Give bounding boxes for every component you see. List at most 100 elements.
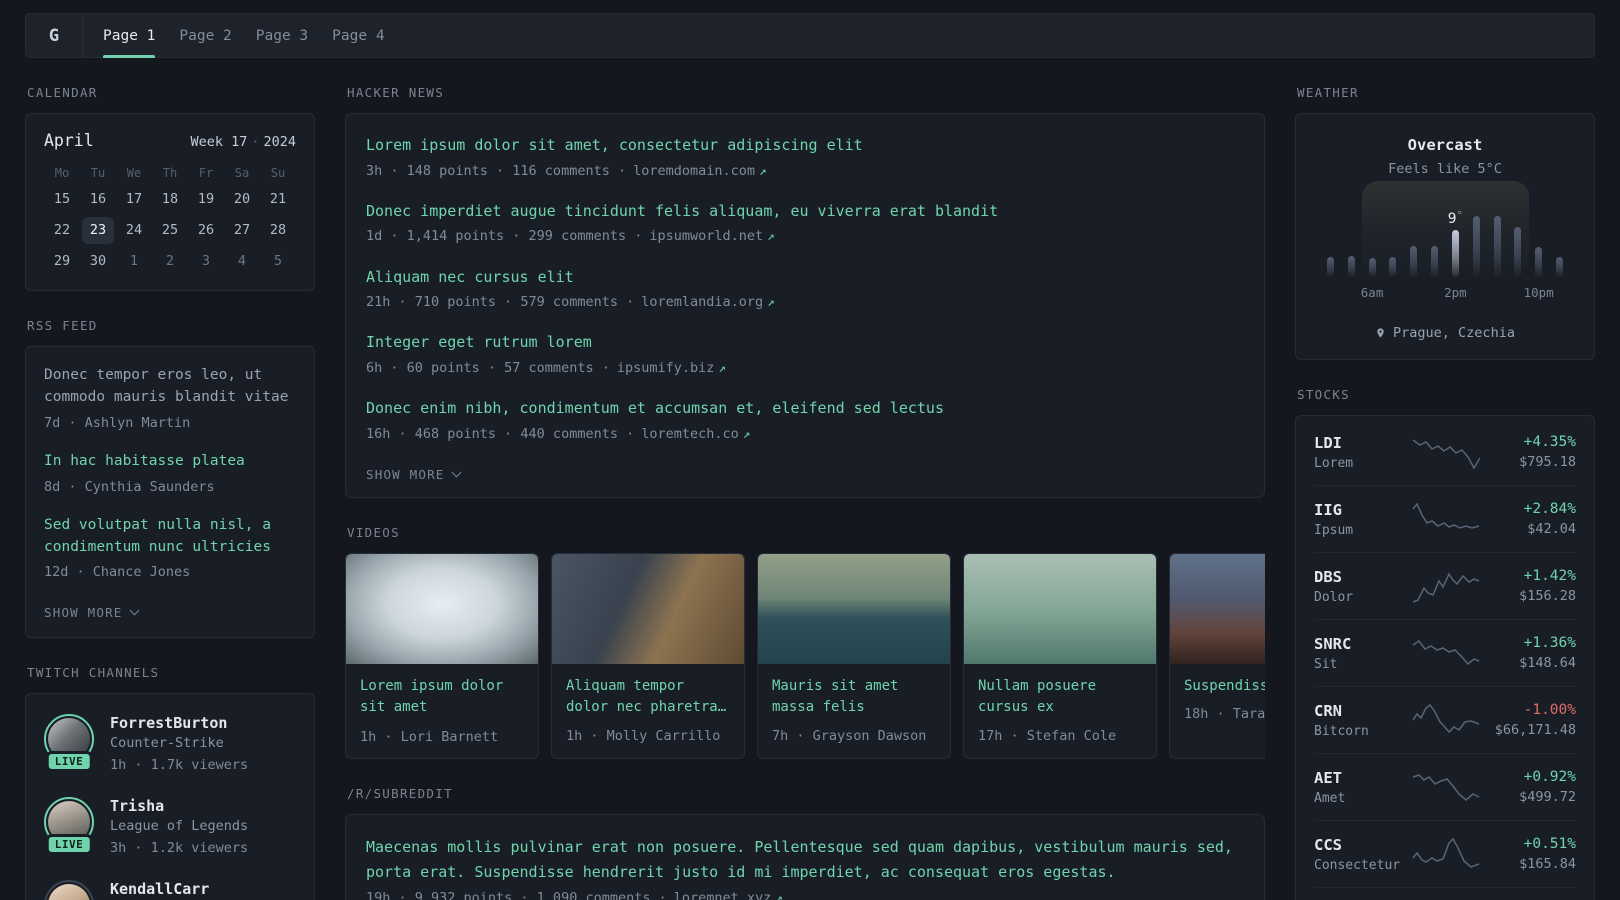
hackernews-widget: HACKER NEWS Lorem ipsum dolor sit amet, … xyxy=(345,85,1265,498)
hn-item-domain-link[interactable]: ipsumworld.net ↗ xyxy=(649,228,774,244)
video-card[interactable]: Lorem ipsum dolor sit amet consectetu… 1… xyxy=(345,552,539,759)
hn-item-title[interactable]: Aliquam nec cursus elit xyxy=(366,266,1244,289)
twitch-channel-row[interactable]: LIVE KendallCarr xyxy=(44,880,296,900)
external-link-icon: ↗ xyxy=(742,425,751,441)
rss-item: In hac habitasse platea 8d · Cynthia Sau… xyxy=(44,451,296,497)
weather-hour-cell: 9° xyxy=(1341,207,1362,277)
hn-item-title[interactable]: Lorem ipsum dolor sit amet, consectetur … xyxy=(366,134,1244,157)
subreddit-domain-link[interactable]: loremnet.xyz ↗ xyxy=(674,890,783,900)
page-tab[interactable]: Page 1 xyxy=(91,14,167,58)
stock-sparkline xyxy=(1412,703,1480,734)
calendar-day: 30 xyxy=(89,253,107,269)
stock-name: Consectetur xyxy=(1314,857,1401,873)
twitch-viewers: 1h · 1.7k viewers xyxy=(110,756,249,773)
video-card[interactable]: Aliquam tempor dolor nec pharetra… 1h · … xyxy=(551,552,745,759)
hn-item-meta: 6h · 60 points · 57 comments · ipsumify.b… xyxy=(366,358,1244,378)
video-title: Aliquam tempor dolor nec pharetra… xyxy=(566,677,727,716)
stock-name: Dolor xyxy=(1314,589,1354,605)
twitch-channel-info: Trisha League of Legends 3h · 1.2k viewe… xyxy=(110,797,248,858)
video-meta: 1h · Lori Barnett xyxy=(360,728,499,745)
stock-row[interactable]: LDI Lorem +4.35% $795.18 xyxy=(1314,419,1576,485)
hn-item-stats: 16h · 468 points · 440 comments · xyxy=(366,425,635,442)
hn-item-stats: 21h · 710 points · 579 comments · xyxy=(366,294,635,310)
stock-identity: CRN Bitcorn xyxy=(1314,702,1410,739)
degree-icon: ° xyxy=(1456,209,1464,222)
video-card[interactable]: Mauris sit amet massa felis 7h · Grayson… xyxy=(757,552,951,759)
hn-item: Donec enim nibh, condimentum et accumsan… xyxy=(366,397,1244,444)
twitch-channel-info: KendallCarr xyxy=(110,880,209,900)
stock-symbol: IIG xyxy=(1314,500,1342,519)
weather-hour-cell: 9° xyxy=(1403,207,1424,277)
stock-price: $795.18 xyxy=(1519,454,1576,470)
hn-item-title[interactable]: Integer eget rutrum lorem xyxy=(366,331,1244,354)
video-meta: 18h · Tara xyxy=(1184,706,1265,723)
weather-hour-cell: 9° xyxy=(1424,207,1445,277)
stock-values: +0.51% $165.84 xyxy=(1480,836,1576,872)
weather-card: Overcast Feels like 5°C 9° xyxy=(1295,113,1595,360)
rss-item-title[interactable]: In hac habitasse platea xyxy=(44,451,296,473)
hn-show-more-button[interactable]: SHOW MORE xyxy=(366,467,461,482)
hn-item-domain-link[interactable]: ipsumify.biz ↗ xyxy=(617,360,726,376)
page-tabs: Page 1 Page 2 Page 3 Page 4 xyxy=(83,14,405,58)
stock-symbol: SNRC xyxy=(1314,634,1352,653)
stock-change: +1.36% xyxy=(1523,635,1576,651)
stock-row[interactable]: IIG Ipsum +2.84% $42.04 xyxy=(1314,485,1576,552)
calendar-day: 4 xyxy=(237,253,247,269)
video-body: Lorem ipsum dolor sit amet consectetu… 1… xyxy=(346,664,538,758)
stock-row[interactable]: SNRC Sit +1.36% $148.64 xyxy=(1314,619,1576,686)
calendar-weekday: Sa xyxy=(234,166,250,180)
rss-item-title[interactable]: Sed volutpat nulla nisl, a condimentum n… xyxy=(44,515,296,559)
hn-item: Lorem ipsum dolor sit amet, consectetur … xyxy=(366,134,1244,181)
twitch-game: League of Legends xyxy=(110,817,249,834)
stock-row[interactable]: CRN Bitcorn -1.00% $66,171.48 xyxy=(1314,686,1576,753)
stock-price: $66,171.48 xyxy=(1494,722,1576,738)
page-tab[interactable]: Page 4 xyxy=(320,14,396,57)
calendar-day: 16 xyxy=(89,191,107,207)
weather-bar: 9° xyxy=(1368,258,1376,277)
calendar-header: April Week 17 · 2024 xyxy=(44,131,296,150)
calendar-day: 5 xyxy=(273,253,283,269)
hn-item-title[interactable]: Donec enim nibh, condimentum et accumsan… xyxy=(366,397,1244,420)
stock-row[interactable]: AHS +0.46% xyxy=(1314,887,1576,900)
stock-row[interactable]: DBS Dolor +1.42% $156.28 xyxy=(1314,552,1576,619)
calendar-day: 15 xyxy=(53,191,71,207)
hn-item-title[interactable]: Donec imperdiet augue tincidunt felis al… xyxy=(366,200,1244,223)
calendar-day: 2 xyxy=(165,253,175,269)
twitch-channel-name: ForrestBurton xyxy=(110,713,228,732)
video-card[interactable]: Nullam posuere cursus ex 17h · Stefan Co… xyxy=(963,552,1157,759)
hn-item-meta: 16h · 468 points · 440 comments · loremte… xyxy=(366,424,1244,444)
avatar xyxy=(48,884,90,900)
rss-item-title[interactable]: Donec tempor eros leo, ut commodo mauris… xyxy=(44,365,296,409)
stock-change: +0.92% xyxy=(1523,769,1576,785)
weather-bar: 9° xyxy=(1410,246,1418,277)
rss-item-meta: 8d · Cynthia Saunders xyxy=(44,478,215,495)
twitch-channel-name: Trisha xyxy=(110,796,165,815)
top-nav: G Page 1 Page 2 Page 3 Page 4 xyxy=(25,13,1595,58)
twitch-channel-row[interactable]: LIVE ForrestBurton Counter-Strike 1h · 1… xyxy=(44,713,296,775)
rss-item: Donec tempor eros leo, ut commodo mauris… xyxy=(44,365,296,433)
calendar-day: 24 xyxy=(125,222,143,238)
external-link-icon: ↗ xyxy=(767,294,775,309)
section-label-subreddit: /R/SUBREDDIT xyxy=(347,785,453,801)
subreddit-post-title[interactable]: Maecenas mollis pulvinar erat non posuer… xyxy=(366,835,1244,885)
stock-price: $165.84 xyxy=(1519,856,1576,872)
video-card[interactable]: Suspendisse diam 18h · Tara xyxy=(1169,552,1265,759)
section-label-calendar: CALENDAR xyxy=(27,85,98,100)
stock-row[interactable]: AET Amet +0.92% $499.72 xyxy=(1314,753,1576,820)
hn-item-domain: loremtech.co xyxy=(641,425,739,442)
external-link-icon: ↗ xyxy=(767,228,775,244)
weather-chart: 9° 9° 9° xyxy=(1320,181,1570,303)
page-tab-label: Page 2 xyxy=(179,27,232,44)
rss-show-more-button[interactable]: SHOW MORE xyxy=(44,605,139,620)
rss-item: Sed volutpat nulla nisl, a condimentum n… xyxy=(44,515,296,583)
calendar-month: April xyxy=(44,131,94,150)
page-tab[interactable]: Page 2 xyxy=(167,14,243,57)
page-tab[interactable]: Page 3 xyxy=(244,14,320,57)
stock-identity: LDI Lorem xyxy=(1314,434,1410,471)
hn-item-domain-link[interactable]: loremdomain.com ↗ xyxy=(633,163,766,179)
weather-bar: 9° xyxy=(1448,209,1463,277)
hn-item-domain-link[interactable]: loremlandia.org ↗ xyxy=(641,294,774,310)
stock-row[interactable]: CCS Consectetur +0.51% $165.84 xyxy=(1314,820,1576,887)
hn-item-domain-link[interactable]: loremtech.co ↗ xyxy=(641,426,750,442)
twitch-channel-row[interactable]: LIVE Trisha League of Legends 3h · 1.2k … xyxy=(44,796,296,858)
